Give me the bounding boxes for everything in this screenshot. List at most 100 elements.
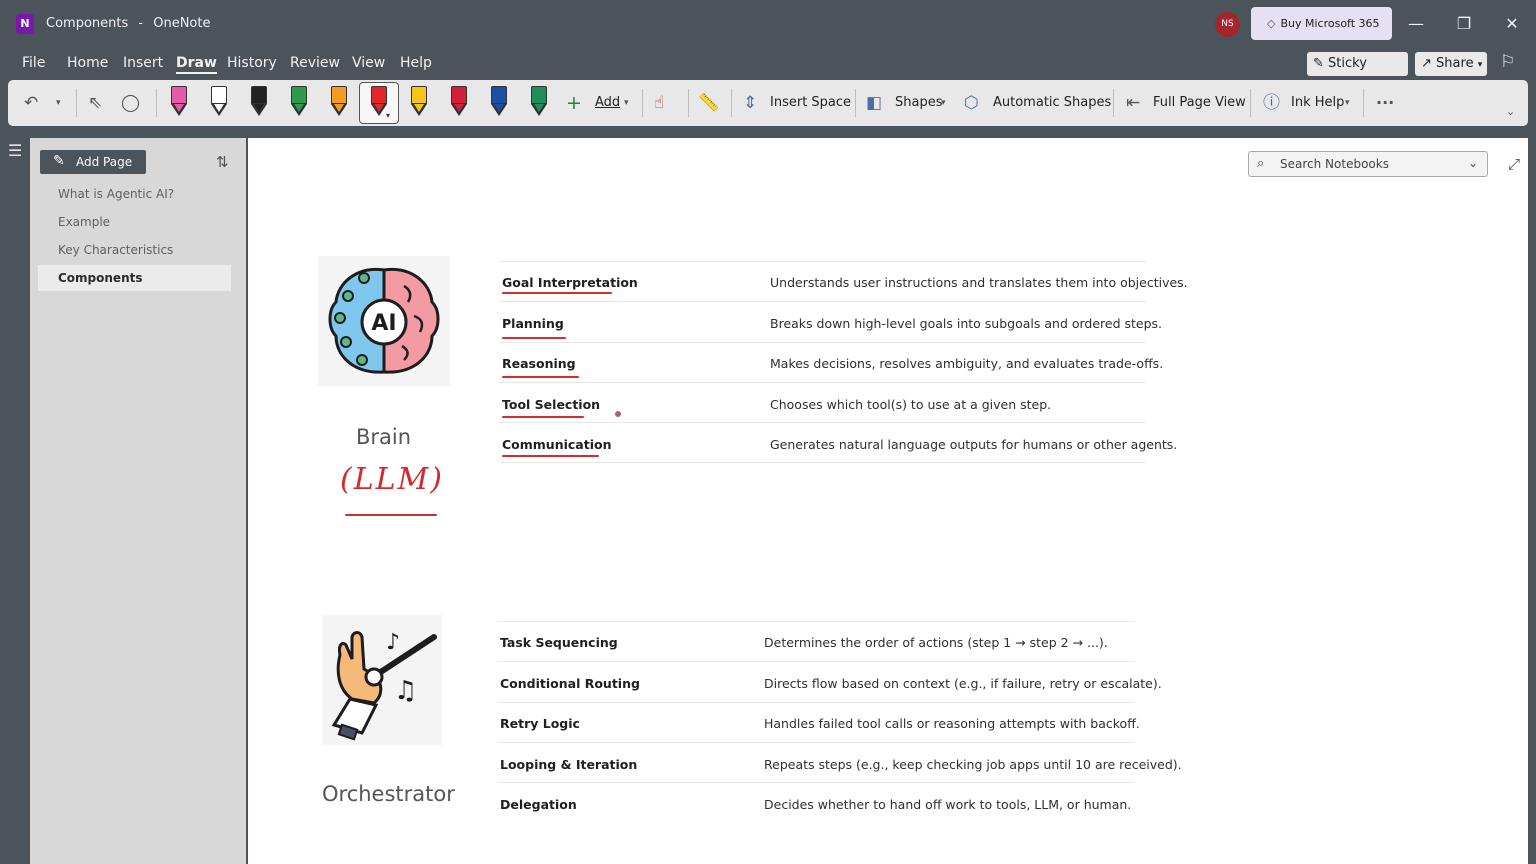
orchestrator-caption: Orchestrator <box>322 782 455 806</box>
undo-icon[interactable]: ↶ <box>24 80 38 126</box>
automatic-shapes-button[interactable]: Automatic Shapes <box>993 80 1111 126</box>
table-top-border <box>500 261 1146 262</box>
ink-underline[interactable] <box>502 337 566 339</box>
insert-space-icon[interactable]: ⇕ <box>743 80 757 126</box>
menu-history[interactable]: History <box>227 55 277 71</box>
share-button[interactable]: ↗ Share ▾ <box>1415 52 1487 76</box>
menu-help[interactable]: Help <box>400 55 432 71</box>
ink-to-shape-icon[interactable]: ☝ <box>654 80 664 126</box>
chevron-down-icon[interactable]: ▾ <box>624 80 629 126</box>
handwritten-llm-annotation[interactable]: (LLM) <box>340 462 444 497</box>
ink-underline[interactable] <box>345 514 437 516</box>
menu-file[interactable]: File <box>22 55 45 71</box>
user-avatar[interactable]: NS <box>1215 12 1240 37</box>
buy-microsoft-365-button[interactable]: ◇ Buy Microsoft 365 <box>1251 7 1392 40</box>
automatic-shapes-icon[interactable]: ⬡ <box>964 80 979 126</box>
table-row-divider <box>500 382 1146 383</box>
menu-draw[interactable]: Draw <box>176 55 217 74</box>
ink-underline[interactable] <box>502 292 612 294</box>
ink-underline[interactable] <box>502 416 584 418</box>
pen-3-icon[interactable] <box>248 86 270 118</box>
sort-pages-icon[interactable]: ⇅ <box>216 153 229 171</box>
desc-reasoning: Makes decisions, resolves ambiguity, and… <box>770 356 1164 371</box>
term-communication: Communication <box>502 437 612 452</box>
menu-home[interactable]: Home <box>67 55 108 71</box>
page-item-key-characteristics[interactable]: Key Characteristics <box>58 243 173 257</box>
sticky-notes-button[interactable]: ✎ Sticky Notes <box>1307 52 1408 95</box>
note-canvas[interactable] <box>248 138 1528 864</box>
desc-task-sequencing: Determines the order of actions (step 1 … <box>764 635 1108 650</box>
share-icon: ↗ <box>1421 56 1432 71</box>
undo-dropdown-icon[interactable]: ▾ <box>56 80 61 126</box>
expand-icon[interactable]: ⤢ <box>1508 155 1520 173</box>
add-pen-icon[interactable]: + <box>566 80 582 126</box>
shapes-icon[interactable]: ◧ <box>866 80 882 126</box>
ink-dot[interactable] <box>615 411 621 417</box>
desc-delegation: Decides whether to hand off work to tool… <box>764 797 1132 812</box>
add-page-icon: ✎ <box>53 153 65 169</box>
chevron-down-icon[interactable]: ▾ <box>941 80 946 126</box>
share-label: Share <box>1436 56 1474 71</box>
more-options-icon[interactable]: ··· <box>1376 80 1394 126</box>
lasso-select-icon[interactable]: ◯ <box>121 80 140 126</box>
search-notebooks-input[interactable]: Search Notebooks <box>1248 151 1488 177</box>
desc-goal-interpretation: Understands user instructions and transl… <box>770 275 1188 290</box>
ribbon-divider <box>855 89 856 117</box>
minimize-icon[interactable]: — <box>1401 10 1431 38</box>
orchestrator-image[interactable]: ♪ ♫ <box>322 615 442 745</box>
table-row-divider <box>500 342 1146 343</box>
menu-bar: File Home Insert Draw History Review Vie… <box>0 48 1536 95</box>
ink-underline[interactable] <box>502 376 579 378</box>
page-item-what-is-agentic-ai[interactable]: What is Agentic AI? <box>58 187 174 201</box>
desc-retry-logic: Handles failed tool calls or reasoning a… <box>764 716 1140 731</box>
menu-view[interactable]: View <box>352 55 385 71</box>
brain-icon-label: AI <box>371 311 396 336</box>
page-item-example[interactable]: Example <box>58 215 110 229</box>
select-cursor-icon[interactable]: ⇖ <box>88 80 102 126</box>
brain-caption: Brain <box>356 425 412 449</box>
shapes-button[interactable]: Shapes <box>895 80 942 126</box>
menu-review[interactable]: Review <box>290 55 340 71</box>
table-row-divider <box>500 301 1146 302</box>
onenote-logo-icon: N <box>16 14 34 34</box>
add-pen-button[interactable]: Add <box>595 80 620 126</box>
table-bottom-border <box>500 462 1146 463</box>
full-page-view-button[interactable]: Full Page View <box>1153 80 1246 126</box>
pen-9-icon[interactable] <box>488 86 510 118</box>
term-delegation: Delegation <box>500 797 577 812</box>
ink-underline[interactable] <box>502 455 599 457</box>
help-icon[interactable]: ⓘ <box>1263 80 1280 126</box>
feedback-icon[interactable]: ⚐ <box>1500 52 1515 72</box>
chevron-down-icon[interactable]: ▾ <box>1345 80 1350 126</box>
pen-10-icon[interactable] <box>528 86 550 118</box>
term-tool-selection: Tool Selection <box>502 397 601 412</box>
ribbon-divider <box>1250 89 1251 117</box>
search-icon: ⌕ <box>1257 156 1265 171</box>
ruler-icon[interactable]: 📏 <box>698 80 719 126</box>
pen-options-chevron-icon[interactable]: ▾ <box>386 111 390 120</box>
title-bar: N Components - OneNote NS ◇ Buy Microsoft… <box>0 0 1536 48</box>
table-row-divider <box>498 782 1134 783</box>
pen-8-icon[interactable] <box>448 86 470 118</box>
insert-space-button[interactable]: Insert Space <box>770 80 851 126</box>
pen-5-icon[interactable] <box>328 86 350 118</box>
hamburger-menu-icon[interactable]: ☰ <box>8 141 22 160</box>
ink-help-button[interactable]: Ink Help <box>1291 80 1344 126</box>
full-page-view-icon[interactable]: ⇤ <box>1126 80 1140 126</box>
ribbon-collapse-chevron-icon[interactable]: ⌄ <box>1506 105 1515 118</box>
brain-image[interactable]: AI <box>318 256 450 386</box>
restore-icon[interactable]: ❐ <box>1449 10 1479 38</box>
chevron-down-icon[interactable]: ⌄ <box>1468 156 1478 170</box>
desc-communication: Generates natural language outputs for h… <box>770 437 1178 452</box>
desc-tool-selection: Chooses which tool(s) to use at a given … <box>770 397 1052 412</box>
desc-planning: Breaks down high-level goals into subgoa… <box>770 316 1163 331</box>
table-top-border <box>498 621 1134 622</box>
page-item-components[interactable]: Components <box>58 271 143 285</box>
close-icon[interactable]: ✕ <box>1497 10 1527 38</box>
pen-4-icon[interactable] <box>288 86 310 118</box>
draw-ribbon: ↶ ▾ ⇖ ◯ ▾ + Add ▾ ☝ 📏 ⇕ Insert Space ◧ S… <box>8 80 1528 126</box>
pen-2-icon[interactable] <box>208 86 230 118</box>
menu-insert[interactable]: Insert <box>123 55 163 71</box>
pen-7-icon[interactable] <box>408 86 430 118</box>
pen-1-icon[interactable] <box>168 86 190 118</box>
